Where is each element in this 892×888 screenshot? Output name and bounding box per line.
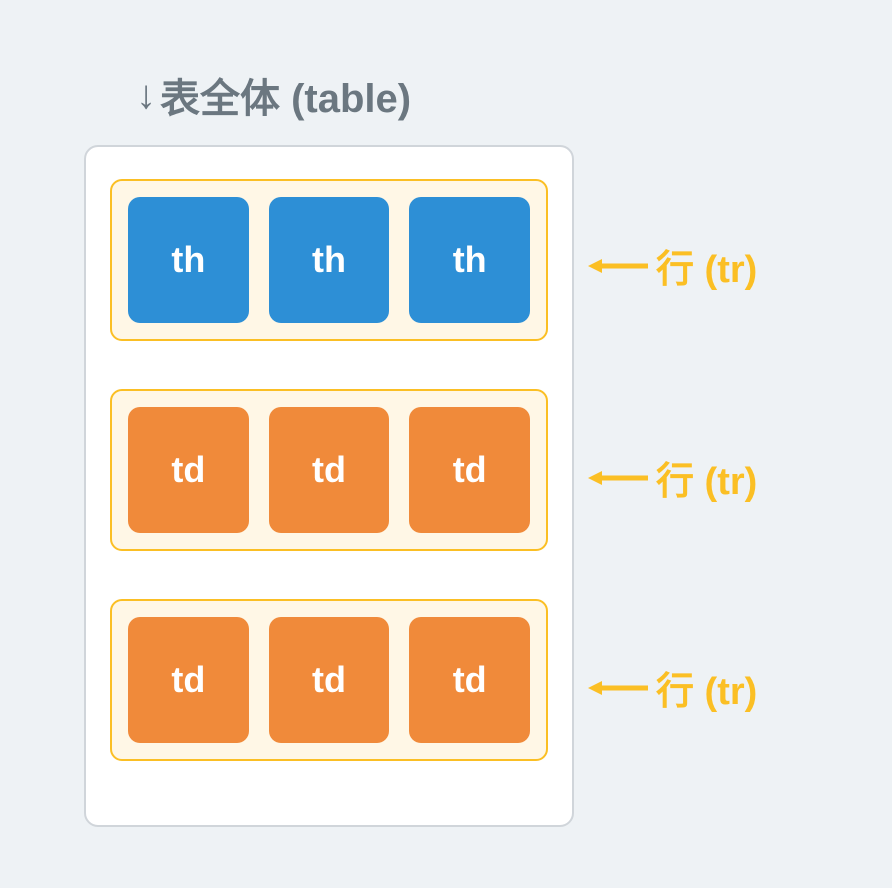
- th-cell: th: [409, 197, 530, 323]
- th-cell: th: [269, 197, 390, 323]
- td-cell: td: [409, 617, 530, 743]
- row-label-text: 行 (tr): [656, 450, 757, 505]
- diagram-title: ↓ 表全体 (table): [136, 66, 411, 124]
- arrow-down-icon: ↓: [136, 73, 156, 118]
- table-row-data: td td td: [110, 599, 548, 761]
- td-cell: td: [269, 407, 390, 533]
- arrow-left-icon: [588, 678, 648, 698]
- table-row-header: th th th: [110, 179, 548, 341]
- row-label: 行 (tr): [588, 660, 757, 715]
- table-row-data: td td td: [110, 389, 548, 551]
- table-outline: th th th td td td td td td: [84, 145, 574, 827]
- td-cell: td: [409, 407, 530, 533]
- row-label: 行 (tr): [588, 450, 757, 505]
- title-text: 表全体 (table): [160, 66, 411, 124]
- td-cell: td: [128, 617, 249, 743]
- row-label: 行 (tr): [588, 238, 757, 293]
- arrow-left-icon: [588, 256, 648, 276]
- td-cell: td: [128, 407, 249, 533]
- arrow-left-icon: [588, 468, 648, 488]
- td-cell: td: [269, 617, 390, 743]
- row-label-text: 行 (tr): [656, 238, 757, 293]
- row-label-text: 行 (tr): [656, 660, 757, 715]
- th-cell: th: [128, 197, 249, 323]
